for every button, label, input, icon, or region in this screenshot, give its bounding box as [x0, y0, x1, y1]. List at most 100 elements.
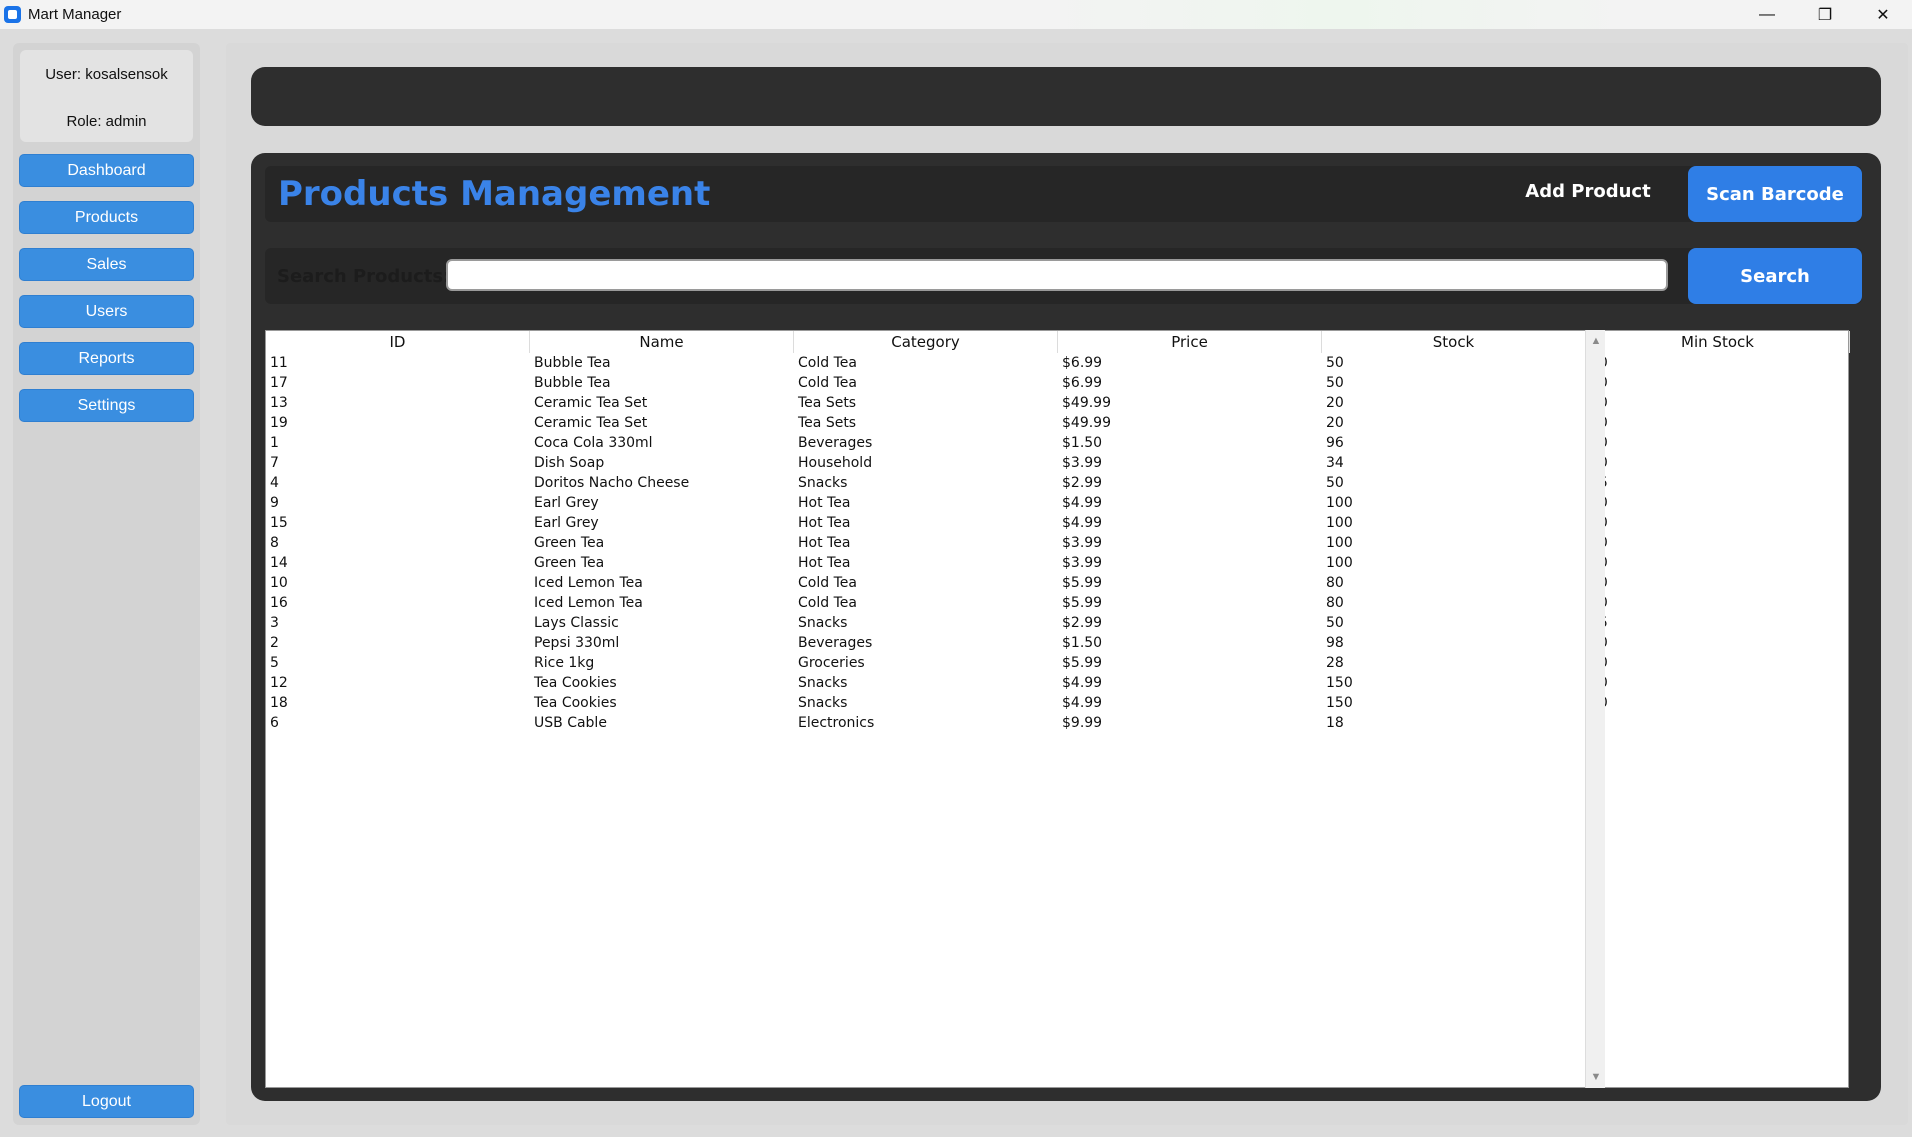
table-cell: 14: [270, 555, 288, 571]
table-cell: Cold Tea: [798, 375, 857, 391]
table-row[interactable]: 7 Dish Soap Household $3.99 34 10: [266, 453, 1850, 473]
table-cell: 10: [1586, 513, 1850, 533]
vertical-scrollbar[interactable]: ▲ ▼: [1585, 330, 1605, 1088]
scroll-up-icon[interactable]: ▲: [1586, 332, 1606, 350]
table-cell: 34: [1326, 455, 1344, 471]
table-cell: 5: [1586, 713, 1850, 733]
table-cell: 10: [1586, 593, 1850, 613]
table-cell: $5.99: [1062, 575, 1103, 591]
table-cell: 12: [270, 675, 288, 691]
table-row[interactable]: 8 Green Tea Hot Tea $3.99 100 10: [266, 533, 1850, 553]
table-row[interactable]: 16 Iced Lemon Tea Cold Tea $5.99 80 10: [266, 593, 1850, 613]
table-cell: Coca Cola 330ml: [534, 435, 653, 451]
dashboard-button[interactable]: Dashboard: [19, 154, 194, 187]
reports-button[interactable]: Reports: [19, 342, 194, 375]
column-header[interactable]: Min Stock: [1586, 331, 1850, 353]
table-cell: Bubble Tea: [534, 375, 611, 391]
restore-icon[interactable]: ❐: [1796, 0, 1854, 29]
table-cell: 10: [1586, 573, 1850, 593]
table-cell: 150: [1326, 695, 1353, 711]
table-cell: $3.99: [1062, 455, 1103, 471]
table-cell: $4.99: [1062, 675, 1103, 691]
table-row[interactable]: 13 Ceramic Tea Set Tea Sets $49.99 20 10: [266, 393, 1850, 413]
table-cell: $49.99: [1062, 395, 1111, 411]
table-cell: Lays Classic: [534, 615, 619, 631]
table-row[interactable]: 6 USB Cable Electronics $9.99 18 5: [266, 713, 1850, 733]
table-cell: 50: [1326, 375, 1344, 391]
table-cell: 10: [1586, 693, 1850, 713]
table-cell: Hot Tea: [798, 495, 851, 511]
products-button[interactable]: Products: [19, 201, 194, 234]
table-cell: Iced Lemon Tea: [534, 595, 643, 611]
table-row[interactable]: 9 Earl Grey Hot Tea $4.99 100 10: [266, 493, 1850, 513]
table-cell: 100: [1326, 495, 1353, 511]
table-row[interactable]: 11 Bubble Tea Cold Tea $6.99 50 10: [266, 353, 1850, 373]
table-cell: $4.99: [1062, 515, 1103, 531]
table-cell: 98: [1326, 635, 1344, 651]
sidebar: User: kosalsensok Role: admin Dashboard …: [13, 43, 200, 1125]
search-input[interactable]: [446, 259, 1668, 291]
table-cell: 6: [270, 715, 279, 731]
table-cell: Snacks: [798, 615, 848, 631]
table-row[interactable]: 5 Rice 1kg Groceries $5.99 28 10: [266, 653, 1850, 673]
scan-barcode-button[interactable]: Scan Barcode: [1688, 166, 1862, 222]
search-button[interactable]: Search: [1688, 248, 1862, 304]
table-cell: Snacks: [798, 675, 848, 691]
table-cell: 2: [270, 635, 279, 651]
column-header[interactable]: ID: [266, 331, 530, 353]
table-cell: 4: [270, 475, 279, 491]
app-icon: [4, 6, 21, 23]
column-header[interactable]: Category: [794, 331, 1058, 353]
column-header[interactable]: Price: [1058, 331, 1322, 353]
table-cell: $6.99: [1062, 355, 1103, 371]
table-row[interactable]: 17 Bubble Tea Cold Tea $6.99 50 10: [266, 373, 1850, 393]
logout-button[interactable]: Logout: [19, 1085, 194, 1118]
table-row[interactable]: 18 Tea Cookies Snacks $4.99 150 10: [266, 693, 1850, 713]
table-cell: 15: [1586, 613, 1850, 633]
minimize-icon[interactable]: —: [1738, 0, 1796, 29]
table-cell: 28: [1326, 655, 1344, 671]
user-name: User: kosalsensok: [45, 66, 168, 83]
add-product-button[interactable]: Add Product: [1508, 181, 1668, 209]
page-title: Products Management: [278, 174, 711, 214]
table-cell: 10: [1586, 393, 1850, 413]
table-cell: Cold Tea: [798, 355, 857, 371]
sales-button[interactable]: Sales: [19, 248, 194, 281]
scroll-down-icon[interactable]: ▼: [1586, 1068, 1606, 1086]
table-cell: Pepsi 330ml: [534, 635, 620, 651]
table-cell: Bubble Tea: [534, 355, 611, 371]
table-cell: 15: [270, 515, 288, 531]
settings-button[interactable]: Settings: [19, 389, 194, 422]
table-cell: 8: [270, 535, 279, 551]
table-cell: Hot Tea: [798, 555, 851, 571]
table-cell: Ceramic Tea Set: [534, 395, 648, 411]
table-cell: Groceries: [798, 655, 865, 671]
table-row[interactable]: 3 Lays Classic Snacks $2.99 50 15: [266, 613, 1850, 633]
close-icon[interactable]: ✕: [1854, 0, 1912, 29]
table-cell: 80: [1326, 575, 1344, 591]
table-cell: 50: [1326, 475, 1344, 491]
table-cell: Earl Grey: [534, 515, 599, 531]
table-cell: $5.99: [1062, 595, 1103, 611]
table-cell: 150: [1326, 675, 1353, 691]
table-cell: $1.50: [1062, 435, 1103, 451]
table-body: 11Bubble TeaCold Tea$6.99501017Bubble Te…: [266, 353, 1850, 733]
column-header[interactable]: Name: [530, 331, 794, 353]
table-row[interactable]: 19 Ceramic Tea Set Tea Sets $49.99 20 10: [266, 413, 1850, 433]
table-cell: 11: [270, 355, 288, 371]
table-header: ID Name Category Price Stock Min Stock: [266, 331, 1850, 353]
table-cell: 7: [270, 455, 279, 471]
column-header[interactable]: Stock: [1322, 331, 1586, 353]
table-row[interactable]: 12 Tea Cookies Snacks $4.99 150 10: [266, 673, 1850, 693]
table-row[interactable]: 2 Pepsi 330ml Beverages $1.50 98 20: [266, 633, 1850, 653]
table-row[interactable]: 10 Iced Lemon Tea Cold Tea $5.99 80 10: [266, 573, 1850, 593]
table-cell: 18: [270, 695, 288, 711]
table-row[interactable]: 1 Coca Cola 330ml Beverages $1.50 96 20: [266, 433, 1850, 453]
table-cell: $2.99: [1062, 615, 1103, 631]
users-button[interactable]: Users: [19, 295, 194, 328]
table-row[interactable]: 15 Earl Grey Hot Tea $4.99 100 10: [266, 513, 1850, 533]
table-cell: 100: [1326, 555, 1353, 571]
table-row[interactable]: 4 Doritos Nacho Cheese Snacks $2.99 50 15: [266, 473, 1850, 493]
table-row[interactable]: 14 Green Tea Hot Tea $3.99 100 10: [266, 553, 1850, 573]
table-cell: $4.99: [1062, 495, 1103, 511]
